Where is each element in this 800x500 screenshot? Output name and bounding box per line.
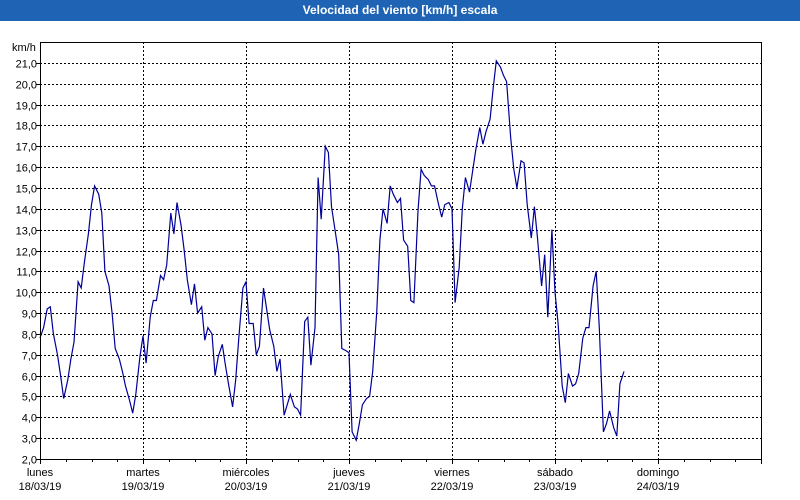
y-tick-label: 14,0	[16, 205, 37, 217]
y-tick-label: 6,0	[22, 372, 37, 384]
x-day-label: viernes	[434, 467, 470, 479]
x-date-label: 24/03/19	[637, 481, 680, 493]
y-tick-label: 13,0	[16, 226, 37, 238]
y-tick-label: 17,0	[16, 142, 37, 154]
y-tick-label: 10,0	[16, 288, 37, 300]
x-day-label: miércoles	[222, 467, 270, 479]
x-date-label: 20/03/19	[225, 481, 268, 493]
x-day-label: martes	[126, 467, 160, 479]
y-tick-label: 19,0	[16, 101, 37, 113]
y-tick-label: 20,0	[16, 80, 37, 92]
y-tick-label: 16,0	[16, 163, 37, 175]
x-day-label: jueves	[332, 467, 365, 479]
y-tick-label: 2,0	[22, 455, 37, 467]
y-tick-label: 3,0	[22, 434, 37, 446]
chart-window: Velocidad del viento [km/h] escala 2,0 3,…	[0, 0, 800, 500]
x-date-label: 22/03/19	[431, 481, 474, 493]
y-tick-label: 4,0	[22, 413, 37, 425]
y-tick-label: 9,0	[22, 309, 37, 321]
y-axis: 2,0 3,0 4,0 5,0 6,0 7,0 8,0 9,0 10,0 11,0 12,0 13,0…	[16, 59, 40, 467]
x-axis: lunes 18/03/19 martes 19/03/19 miércoles 20/0…	[19, 459, 762, 493]
x-date-label: 21/03/19	[328, 481, 371, 493]
y-tick-label: 21,0	[16, 59, 37, 71]
x-day-label: domingo	[637, 467, 679, 479]
y-tick-label: 8,0	[22, 330, 37, 342]
x-date-label: 23/03/19	[534, 481, 577, 493]
x-date-label: 19/03/19	[122, 481, 165, 493]
x-day-label: lunes	[27, 467, 54, 479]
y-tick-label: 5,0	[22, 392, 37, 404]
y-axis-label: km/h	[12, 42, 36, 54]
y-tick-label: 18,0	[16, 121, 37, 133]
x-date-label: 18/03/19	[19, 481, 62, 493]
y-tick-label: 11,0	[16, 267, 37, 279]
y-tick-label: 15,0	[16, 184, 37, 196]
window-title: Velocidad del viento [km/h] escala	[0, 0, 800, 21]
x-day-label: sábado	[537, 467, 573, 479]
y-tick-label: 12,0	[16, 247, 37, 259]
y-tick-label: 7,0	[22, 351, 37, 363]
wind-speed-chart: 2,0 3,0 4,0 5,0 6,0 7,0 8,0 9,0 10,0 11,0 12,0 13,0…	[12, 42, 762, 493]
